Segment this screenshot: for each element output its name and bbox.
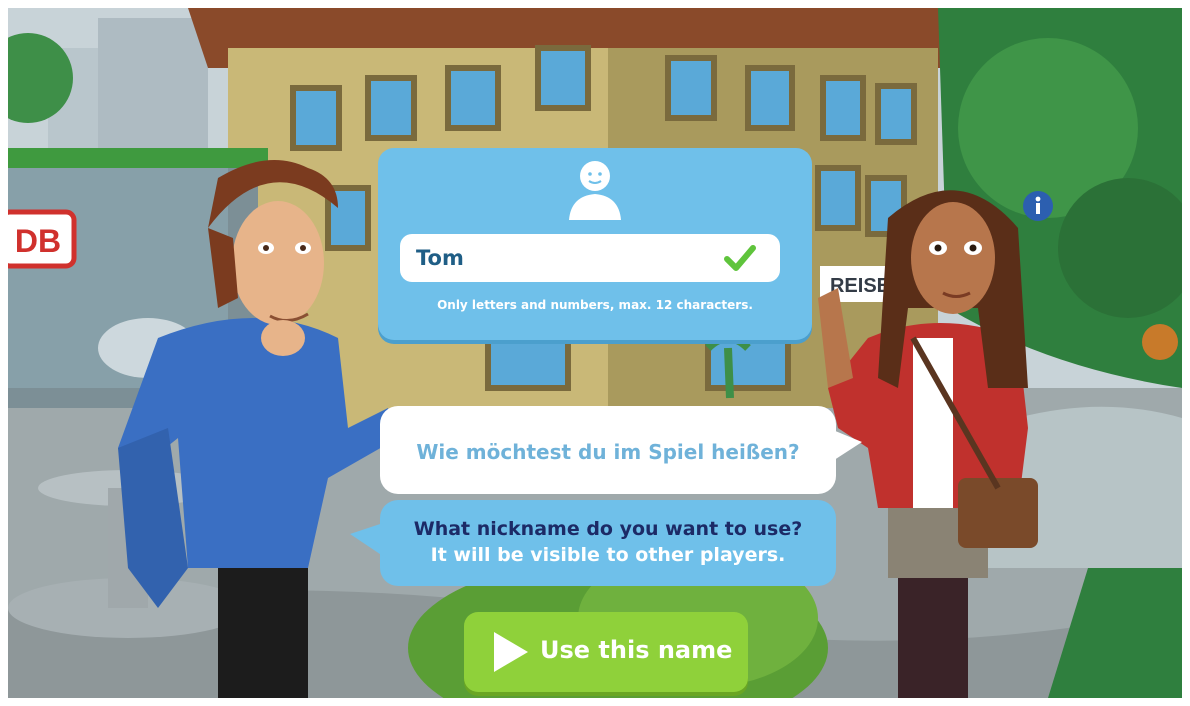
speech-bubble-german: Wie möchtest du im Spiel heißen? bbox=[380, 406, 862, 494]
use-this-name-button[interactable]: Use this name bbox=[464, 612, 748, 692]
nickname-hint: Only letters and numbers, max. 12 charac… bbox=[437, 298, 753, 312]
use-this-name-label: Use this name bbox=[540, 636, 733, 664]
game-scene: DB REISE Tom Only letters and numbers, m… bbox=[8, 8, 1182, 698]
user-avatar-icon bbox=[569, 161, 621, 220]
background-illustration: DB REISE bbox=[8, 8, 1182, 698]
prompt-english-line2: It will be visible to other players. bbox=[430, 544, 786, 566]
info-icon[interactable] bbox=[1022, 190, 1054, 222]
shop-sign: REISE bbox=[830, 275, 890, 297]
prompt-english-line1: What nickname do you want to use? bbox=[413, 518, 803, 540]
nickname-panel: Only letters and numbers, max. 12 charac… bbox=[378, 148, 812, 340]
prompt-german: Wie möchtest du im Spiel heißen? bbox=[416, 440, 800, 464]
play-icon bbox=[494, 632, 528, 672]
speech-bubble-english: What nickname do you want to use? It wil… bbox=[350, 500, 836, 586]
checkmark-icon bbox=[724, 245, 756, 271]
nickname-input[interactable] bbox=[400, 234, 780, 282]
station-sign: DB bbox=[15, 223, 61, 259]
